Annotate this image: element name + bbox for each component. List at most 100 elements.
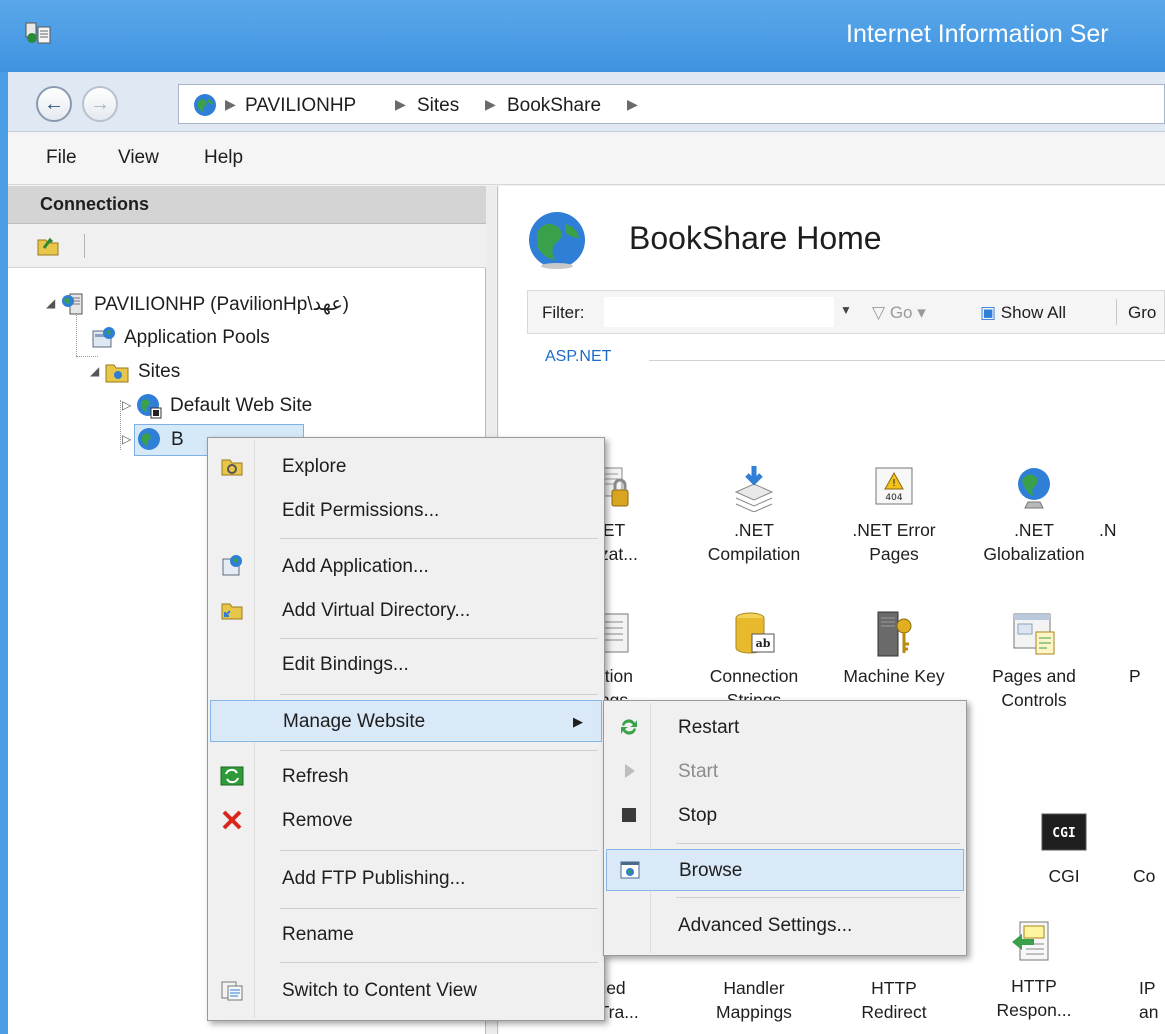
menu-separator (280, 694, 598, 695)
feature-machine-key[interactable]: Machine Key (819, 610, 969, 688)
feature-icon-placeholder (1133, 810, 1163, 864)
machine-key-icon (877, 611, 912, 657)
http-response-headers-icon (1012, 921, 1049, 961)
filter-label: Filter: (542, 303, 585, 322)
feature-label: .NET (1014, 520, 1054, 540)
site-context-menu: Explore Edit Permissions... Add Applicat… (207, 437, 605, 1021)
menu-item-manage-website[interactable]: Manage Website ▶ (210, 700, 602, 742)
toolbar-separator (84, 234, 85, 258)
window-title: Internet Information Ser (846, 20, 1109, 48)
menu-item-label: Add Virtual Directory... (282, 600, 471, 621)
breadcrumb-bookshare[interactable]: BookShare (507, 95, 601, 117)
feature-label: Pages (869, 544, 919, 564)
submenu-item-restart[interactable]: Restart (606, 707, 964, 749)
navigation-bar: ← → ▶ PAVILIONHP ▶ Sites ▶ BookShare ▶ (8, 72, 1165, 132)
breadcrumb-pavilionhp[interactable]: PAVILIONHP (245, 95, 356, 117)
feature-http-response-headers[interactable]: HTTP Respon... (959, 920, 1109, 1022)
website-stopped-icon (137, 394, 162, 419)
title-bar: Internet Information Ser (0, 0, 1165, 72)
menu-item-label: Stop (678, 805, 718, 826)
menu-item-label: Start (678, 761, 719, 782)
feature-handler-mappings[interactable]: Handler Mappings (679, 976, 829, 1024)
feature-net-globalization[interactable]: .NET Globalization (959, 464, 1109, 566)
tree-label-server: PAVILIONHP (PavilionHp\عهد) (94, 293, 349, 315)
expander-collapsed-icon[interactable]: ▷ (122, 398, 131, 412)
go-dropdown-icon[interactable]: ▾ (917, 303, 926, 322)
filter-dropdown-icon[interactable]: ▼ (840, 303, 852, 317)
website-icon (138, 428, 160, 450)
feature-cgi[interactable]: CGI CGI (989, 810, 1139, 888)
submenu-arrow-icon: ▶ (573, 714, 583, 729)
cgi-icon-text: CGI (1052, 826, 1075, 841)
menu-item-remove[interactable]: Remove (210, 800, 602, 842)
submenu-item-browse[interactable]: Browse (606, 849, 964, 891)
go-button[interactable]: ▽ Go ▾ (872, 303, 926, 323)
feature-label: Mappings (716, 1002, 792, 1022)
breadcrumb-separator-icon: ▶ (485, 96, 496, 112)
feature-partial[interactable]: P (1129, 610, 1159, 688)
tree-node-default-web-site[interactable]: ▷ Default Web Site (122, 390, 312, 422)
restart-icon (621, 719, 637, 735)
breadcrumb-separator-icon: ▶ (395, 96, 406, 112)
feature-net-error-pages[interactable]: ! 404 .NET Error Pages (819, 464, 969, 566)
menu-item-edit-bindings[interactable]: Edit Bindings... (210, 644, 602, 686)
tree-label-bookshare: B (171, 429, 184, 450)
feature-label: Controls (1001, 690, 1067, 710)
feature-partial[interactable]: Co (1133, 810, 1163, 888)
feature-label: Compilation (707, 544, 801, 564)
menu-item-edit-permissions[interactable]: Edit Permissions... (210, 490, 602, 532)
menu-item-add-application[interactable]: Add Application... (210, 546, 602, 588)
connection-strings-icon: ab (735, 612, 775, 654)
pages-and-controls-icon (1013, 613, 1055, 655)
filter-input[interactable] (604, 297, 834, 327)
back-arrow-icon: ← (44, 92, 64, 115)
menu-help[interactable]: Help (204, 147, 243, 169)
feature-partial[interactable]: IP an (1139, 976, 1165, 1024)
feature-label: CGI (1048, 866, 1080, 886)
feature-net-compilation[interactable]: .NET Compilation (679, 464, 829, 566)
show-all-button[interactable]: ▣ Show All (980, 303, 1066, 323)
manage-website-submenu: Restart Start Stop Browse Advanced Setti… (603, 700, 967, 956)
refresh-icon (220, 766, 244, 786)
group-by-button[interactable]: Gro (1128, 303, 1156, 323)
back-button[interactable]: ← (36, 86, 72, 122)
breadcrumb-separator-icon: ▶ (225, 96, 236, 112)
submenu-item-advanced-settings[interactable]: Advanced Settings... (606, 905, 964, 947)
submenu-item-start[interactable]: Start (606, 751, 964, 793)
feature-label: Machine Key (843, 666, 945, 686)
menu-item-switch-to-content-view[interactable]: Switch to Content View (210, 970, 602, 1012)
feature-label: Pages and (992, 666, 1076, 686)
svg-text:ab: ab (756, 637, 771, 650)
breadcrumb-sites[interactable]: Sites (417, 95, 459, 117)
menu-item-add-ftp-publishing[interactable]: Add FTP Publishing... (210, 858, 602, 900)
feature-http-redirect[interactable]: HTTP Redirect (819, 976, 969, 1024)
submenu-item-stop[interactable]: Stop (606, 795, 964, 837)
expander-expanded-icon[interactable]: ◢ (90, 364, 99, 378)
feature-pages-and-controls[interactable]: Pages and Controls (959, 610, 1109, 712)
add-virtual-directory-icon (221, 603, 243, 620)
menu-item-rename[interactable]: Rename (210, 914, 602, 956)
menu-item-refresh[interactable]: Refresh (210, 756, 602, 798)
menu-separator (280, 750, 598, 751)
address-bar[interactable]: ▶ PAVILIONHP ▶ Sites ▶ BookShare ▶ (178, 84, 1165, 124)
expander-expanded-icon[interactable]: ◢ (46, 296, 55, 310)
forward-arrow-icon: → (90, 92, 110, 115)
tree-node-sites[interactable]: ◢ Sites (90, 356, 180, 388)
expander-collapsed-icon[interactable]: ▷ (122, 432, 131, 446)
feature-connection-strings[interactable]: ab Connection Strings (679, 610, 829, 712)
menu-item-add-virtual-directory[interactable]: Add Virtual Directory... (210, 590, 602, 632)
menu-item-label: Browse (679, 860, 743, 881)
feature-label: Co (1133, 866, 1156, 886)
feature-label: HTTP (871, 978, 917, 998)
menu-file[interactable]: File (46, 147, 77, 169)
connect-icon[interactable] (36, 234, 60, 256)
menu-item-label: Add FTP Publishing... (282, 868, 466, 889)
forward-button[interactable]: → (82, 86, 118, 122)
menu-item-explore[interactable]: Explore (210, 446, 602, 488)
tree-node-application-pools[interactable]: Application Pools (90, 322, 270, 354)
menu-view[interactable]: View (118, 147, 159, 169)
menu-item-label: Edit Bindings... (282, 654, 409, 675)
tree-node-server[interactable]: ◢ PAVILIONHP (PavilionHp\عهد) (46, 288, 349, 320)
feature-partial[interactable]: .N (1099, 464, 1159, 542)
feature-label: .NET (734, 520, 774, 540)
